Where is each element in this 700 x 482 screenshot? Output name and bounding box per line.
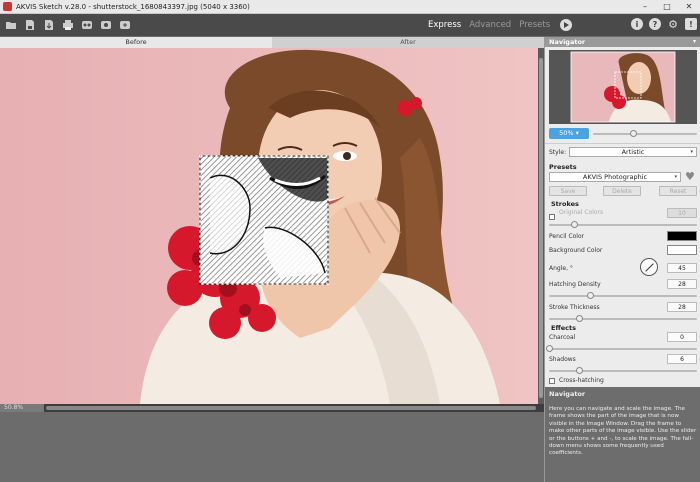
navigator-header: Navigator ▾: [545, 37, 700, 47]
style-value: Artistic: [621, 148, 645, 156]
app-icon: [3, 2, 12, 11]
help-icon[interactable]: ?: [649, 18, 661, 30]
save-preset-button[interactable]: Save: [549, 186, 587, 196]
stroke-thickness-knob[interactable]: [576, 315, 583, 322]
canvas-status-bar: 50.8%: [0, 404, 544, 412]
preset-select[interactable]: AKVIS Photographic ▾: [549, 172, 681, 182]
zoom-slider[interactable]: [593, 133, 697, 135]
effects-section-label: Effects: [551, 324, 576, 332]
export-icon[interactable]: [41, 18, 57, 32]
cross-hatching-checkbox[interactable]: [549, 378, 555, 384]
mode-switcher: Express Advanced Presets: [428, 14, 573, 36]
notification-icon[interactable]: !: [685, 18, 697, 30]
charcoal-label: Charcoal: [549, 334, 576, 341]
background-color-label: Background Color: [549, 247, 603, 254]
original-colors-label: Original Colors: [559, 209, 604, 216]
angle-dial-icon[interactable]: [640, 258, 658, 276]
shadows-label: Shadows: [549, 356, 576, 363]
presets-label: Presets: [549, 163, 577, 171]
save-icon[interactable]: [22, 18, 38, 32]
horizontal-scrollbar[interactable]: [46, 406, 536, 410]
favorite-heart-icon[interactable]: ♥: [685, 170, 695, 183]
open-icon[interactable]: [3, 18, 19, 32]
image-canvas[interactable]: [0, 48, 538, 404]
gear-icon[interactable]: ⚙: [667, 18, 679, 31]
original-colors-knob[interactable]: [571, 221, 578, 228]
original-colors-value[interactable]: 10: [667, 208, 697, 218]
preview-frame: [199, 155, 329, 285]
settings-panel: Navigator ▾ 50% ▾ Style: Artistic ▾ Preset…: [544, 37, 700, 482]
share-icon[interactable]: [79, 18, 95, 32]
strokes-section-label: Strokes: [551, 200, 579, 208]
info-icon[interactable]: i: [631, 18, 643, 30]
run-icon[interactable]: [560, 19, 573, 31]
window-title: AKVIS Sketch v.28.0 - shutterstock_16808…: [16, 2, 250, 11]
zoom-row: 50% ▾: [545, 127, 700, 141]
close-button[interactable]: ✕: [678, 2, 700, 11]
zoom-select[interactable]: 50% ▾: [549, 128, 589, 139]
toolbar: Express Advanced Presets i ? ⚙ !: [0, 14, 700, 36]
zoom-slider-knob[interactable]: [630, 130, 637, 137]
pencil-color-swatch[interactable]: [667, 231, 697, 241]
style-label: Style:: [549, 149, 567, 156]
delete-preset-button[interactable]: Delete: [603, 186, 641, 196]
pencil-color-label: Pencil Color: [549, 233, 585, 240]
settings-icon[interactable]: [98, 18, 114, 32]
cross-hatching-label: Cross-hatching: [559, 377, 604, 384]
charcoal-slider[interactable]: [549, 348, 697, 350]
view-tabs: Before After: [0, 37, 544, 48]
hatching-density-slider[interactable]: [549, 295, 697, 297]
hatching-density-value[interactable]: 28: [667, 279, 697, 289]
collapse-icon[interactable]: ▾: [693, 37, 696, 47]
background-color-swatch[interactable]: [667, 245, 697, 255]
photo-image: [0, 48, 538, 404]
hint-panel: Navigator Here you can navigate and scal…: [545, 387, 700, 482]
empty-workspace: [0, 412, 544, 482]
navigator-preview[interactable]: [549, 50, 697, 124]
stroke-thickness-slider[interactable]: [549, 318, 697, 320]
shadows-slider[interactable]: [549, 370, 697, 372]
title-bar: AKVIS Sketch v.28.0 - shutterstock_16808…: [0, 0, 700, 14]
zoom-value: 50%: [559, 129, 574, 137]
print-icon[interactable]: [60, 18, 76, 32]
charcoal-value[interactable]: 0: [667, 332, 697, 342]
hatching-density-label: Hatching Density: [549, 281, 601, 288]
shadows-value[interactable]: 6: [667, 354, 697, 364]
tab-before[interactable]: Before: [0, 37, 272, 48]
hatching-density-knob[interactable]: [587, 292, 594, 299]
charcoal-knob[interactable]: [546, 345, 553, 352]
minimize-button[interactable]: –: [634, 2, 656, 11]
tab-after[interactable]: After: [272, 37, 544, 48]
stroke-thickness-value[interactable]: 28: [667, 302, 697, 312]
style-select[interactable]: Artistic ▾: [569, 147, 697, 157]
angle-value[interactable]: 45: [667, 263, 697, 273]
mode-express[interactable]: Express: [428, 20, 461, 30]
stroke-thickness-label: Stroke Thickness: [549, 304, 600, 311]
maximize-button[interactable]: □: [656, 2, 678, 11]
mode-advanced[interactable]: Advanced: [469, 20, 511, 30]
original-colors-checkbox[interactable]: [549, 214, 555, 220]
angle-label: Angle, °: [549, 265, 573, 272]
hint-title: Navigator: [549, 390, 586, 398]
canvas-zoom-label[interactable]: 50.8%: [0, 404, 44, 412]
hint-body: Here you can navigate and scale the imag…: [549, 406, 697, 457]
plugin-icon[interactable]: [117, 18, 133, 32]
reset-preset-button[interactable]: Reset: [659, 186, 697, 196]
navigator-title: Navigator: [549, 38, 586, 46]
preset-value: AKVIS Photographic: [582, 173, 648, 181]
shadows-knob[interactable]: [576, 367, 583, 374]
mode-presets[interactable]: Presets: [519, 20, 550, 30]
toolbar-right-icons: i ? ⚙ !: [631, 18, 697, 31]
